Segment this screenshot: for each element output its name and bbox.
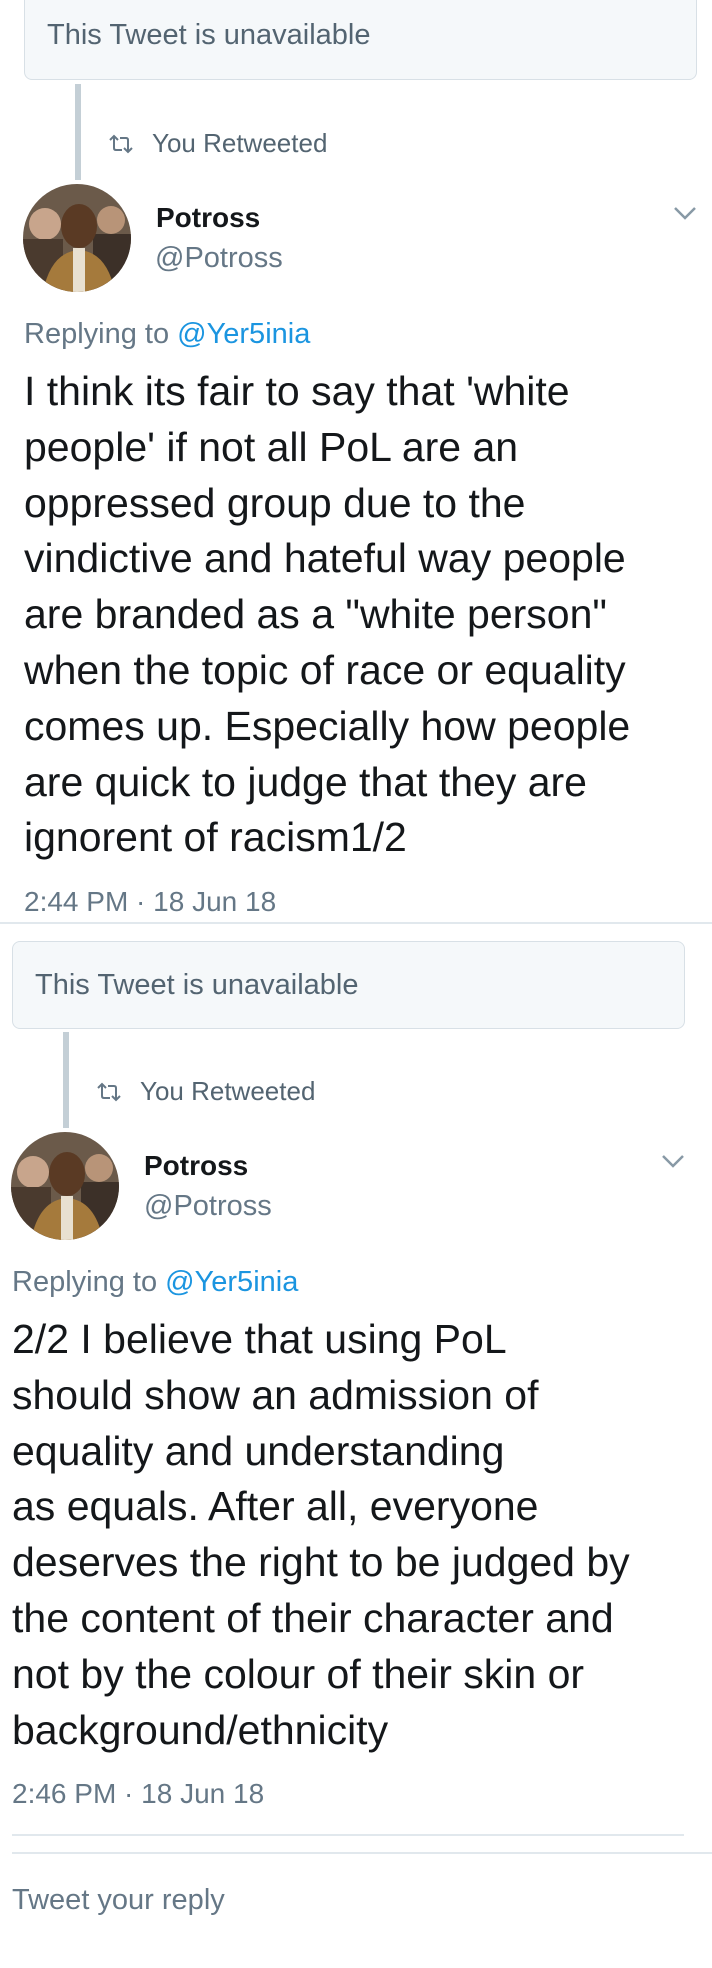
unavailable-tweet-label: This Tweet is unavailable [35,968,359,1001]
tweet-text: 2/2 I believe that using PoL should show… [12,1316,630,1753]
avatar-photo [11,1132,119,1240]
retweet-icon [97,1082,121,1101]
mention-link[interactable]: @Yer5inia [165,1266,298,1298]
tweet-timestamp[interactable]: 2:46 PM · 18 Jun 18 [12,1778,264,1810]
reply-divider [12,1852,712,1854]
user-handle[interactable]: @Potross [144,1190,272,1223]
unavailable-tweet-card[interactable]: This Tweet is unavailable [12,941,685,1029]
tweet-divider [12,1834,684,1836]
replying-to: Replying to @Yer5inia [12,1266,298,1299]
retweet-indicator: You Retweeted [96,1076,315,1107]
replying-prefix: Replying to [12,1266,158,1298]
avatar[interactable] [11,1132,119,1240]
chevron-down-icon[interactable] [661,1154,685,1168]
retweet-label: You Retweeted [140,1076,316,1106]
tweet-2: This Tweet is unavailable You Retweeted … [0,0,712,1968]
thread-line [63,1032,69,1128]
reply-input[interactable]: Tweet your reply [12,1884,225,1917]
display-name[interactable]: Potross [144,1150,248,1182]
